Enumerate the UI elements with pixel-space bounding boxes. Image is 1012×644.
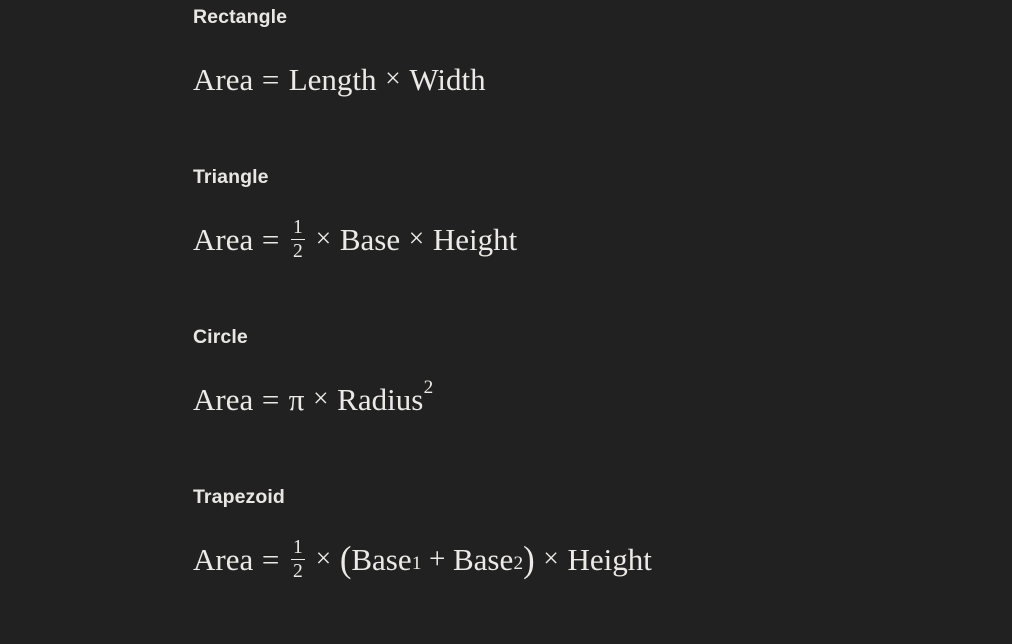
paren-close: )	[523, 538, 535, 580]
formula-lhs: Area	[193, 382, 254, 417]
formula-triangle: Area = 1 2 × Base × Height	[193, 218, 518, 261]
heading-circle: Circle	[193, 326, 248, 348]
formula-lhs: Area	[193, 222, 254, 257]
fraction-one-half: 12	[290, 537, 306, 582]
formula-lhs: Area	[193, 542, 254, 577]
times-operator: ×	[385, 63, 401, 94]
formula-circle: Area = π × Radius 2	[193, 376, 434, 417]
plus-operator: +	[429, 542, 446, 575]
term-height: Height	[432, 222, 518, 257]
term-width: Width	[409, 62, 486, 97]
formula-block-trapezoid: Trapezoid Area = 1 2 ×(Base 1 + Base 2) × Height	[193, 486, 652, 582]
formula-rectangle: Area = Length × Width	[193, 63, 486, 97]
heading-rectangle: Rectangle	[193, 6, 288, 28]
fraction-denominator: 2	[292, 560, 303, 582]
equals-sign: =	[261, 542, 280, 577]
equals-sign: =	[261, 222, 280, 257]
times-operator: ×	[315, 543, 332, 574]
times-operator: ×	[315, 223, 332, 254]
heading-triangle: Triangle	[193, 166, 269, 188]
equals-sign: =	[261, 62, 280, 97]
formula-lhs: Area	[193, 62, 254, 97]
paren-open: (	[339, 538, 352, 580]
term-base-1: Base	[351, 542, 412, 577]
formula-block-circle: Circle Area = π × Radius 2	[193, 326, 434, 417]
times-operator-2: ×	[543, 543, 559, 574]
heading-trapezoid: Trapezoid	[193, 486, 285, 508]
fraction-one-half: 12	[290, 217, 306, 262]
term-length: Length	[288, 62, 377, 97]
term-height: Height	[567, 542, 652, 577]
term-radius: Radius	[337, 382, 424, 417]
times-operator-2: ×	[408, 223, 425, 254]
formula-block-triangle: Triangle Area = 1 2 × Base × Height	[193, 166, 518, 261]
pi-symbol: π	[288, 382, 305, 417]
formula-block-rectangle: Rectangle Area = Length × Width	[193, 6, 486, 97]
equals-sign: =	[261, 382, 280, 417]
geometry-formula-sheet: Rectangle Area = Length × Width Triangle Are…	[0, 0, 1012, 644]
term-base: Base	[339, 222, 401, 257]
times-operator: ×	[313, 383, 329, 414]
fraction-numerator: 1	[292, 537, 303, 559]
fraction-denominator: 2	[292, 240, 303, 262]
fraction-numerator: 1	[292, 217, 303, 239]
formula-trapezoid: Area = 1 2 ×(Base 1 + Base 2) × Height	[193, 537, 652, 582]
term-base-2: Base	[453, 542, 514, 577]
